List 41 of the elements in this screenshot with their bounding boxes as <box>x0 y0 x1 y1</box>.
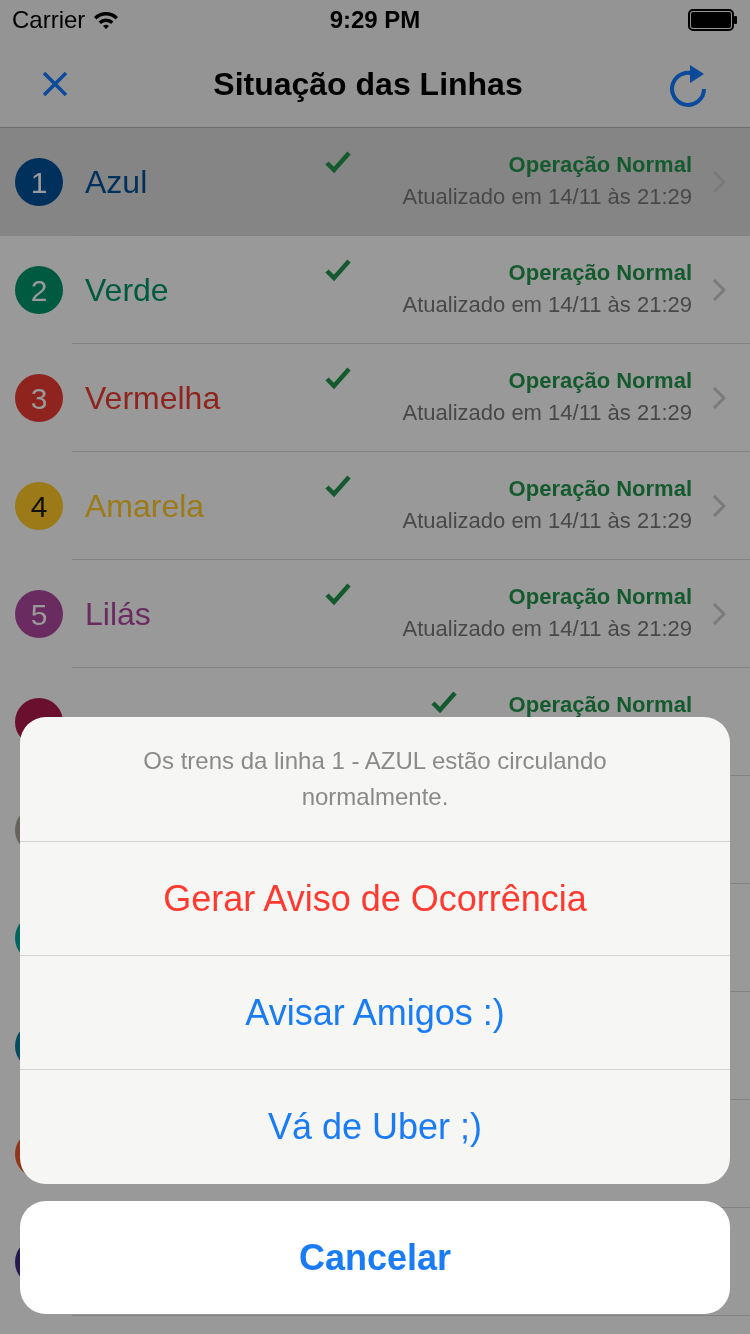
status-label: Operação Normal <box>508 692 692 718</box>
line-name: Azul <box>85 163 149 202</box>
line-row[interactable]: 1 Azul Operação Normal Atualizado em 14/11 às 21:29 <box>0 128 750 236</box>
line-name: Lilás <box>85 595 152 634</box>
check-icon <box>324 474 351 498</box>
check-icon <box>324 150 351 174</box>
line-badge: 3 <box>15 374 63 422</box>
chevron-icon <box>712 386 726 410</box>
action-button[interactable]: Gerar Aviso de Ocorrência <box>20 842 730 956</box>
line-badge: 5 <box>15 590 63 638</box>
line-badge: 1 <box>15 158 63 206</box>
wifi-icon <box>93 10 120 30</box>
clock-time: 9:29 PM <box>329 5 421 35</box>
line-name: Vermelha <box>85 379 222 418</box>
chevron-icon <box>712 278 726 302</box>
updated-time: Atualizado em 14/11 às 21:29 <box>402 616 692 642</box>
check-icon <box>324 582 351 606</box>
updated-time: Atualizado em 14/11 às 21:29 <box>402 508 692 534</box>
cancel-button[interactable]: Cancelar <box>20 1201 730 1314</box>
updated-time: Atualizado em 14/11 às 21:29 <box>402 292 692 318</box>
battery-icon <box>688 9 738 31</box>
check-icon <box>430 690 457 714</box>
line-badge: 4 <box>15 482 63 530</box>
carrier-label: Carrier <box>12 5 86 35</box>
status-label: Operação Normal <box>508 368 692 394</box>
action-button[interactable]: Avisar Amigos :) <box>20 956 730 1070</box>
line-badge: 2 <box>15 266 63 314</box>
screen-title: Situação das Linhas <box>213 64 523 104</box>
status-label: Operação Normal <box>508 152 692 178</box>
chevron-icon <box>712 602 726 626</box>
check-icon <box>324 258 351 282</box>
line-name: Amarela <box>85 487 206 526</box>
updated-time: Atualizado em 14/11 às 21:29 <box>402 184 692 210</box>
line-name: Verde <box>85 271 170 310</box>
check-icon <box>324 366 351 390</box>
chevron-icon <box>712 494 726 518</box>
status-label: Operação Normal <box>508 584 692 610</box>
sheet-message: Os trens da linha 1 - AZUL estão circulando normalmente. <box>142 746 608 812</box>
status-label: Operação Normal <box>508 260 692 286</box>
updated-time: Atualizado em 14/11 às 21:29 <box>402 400 692 426</box>
status-label: Operação Normal <box>508 476 692 502</box>
